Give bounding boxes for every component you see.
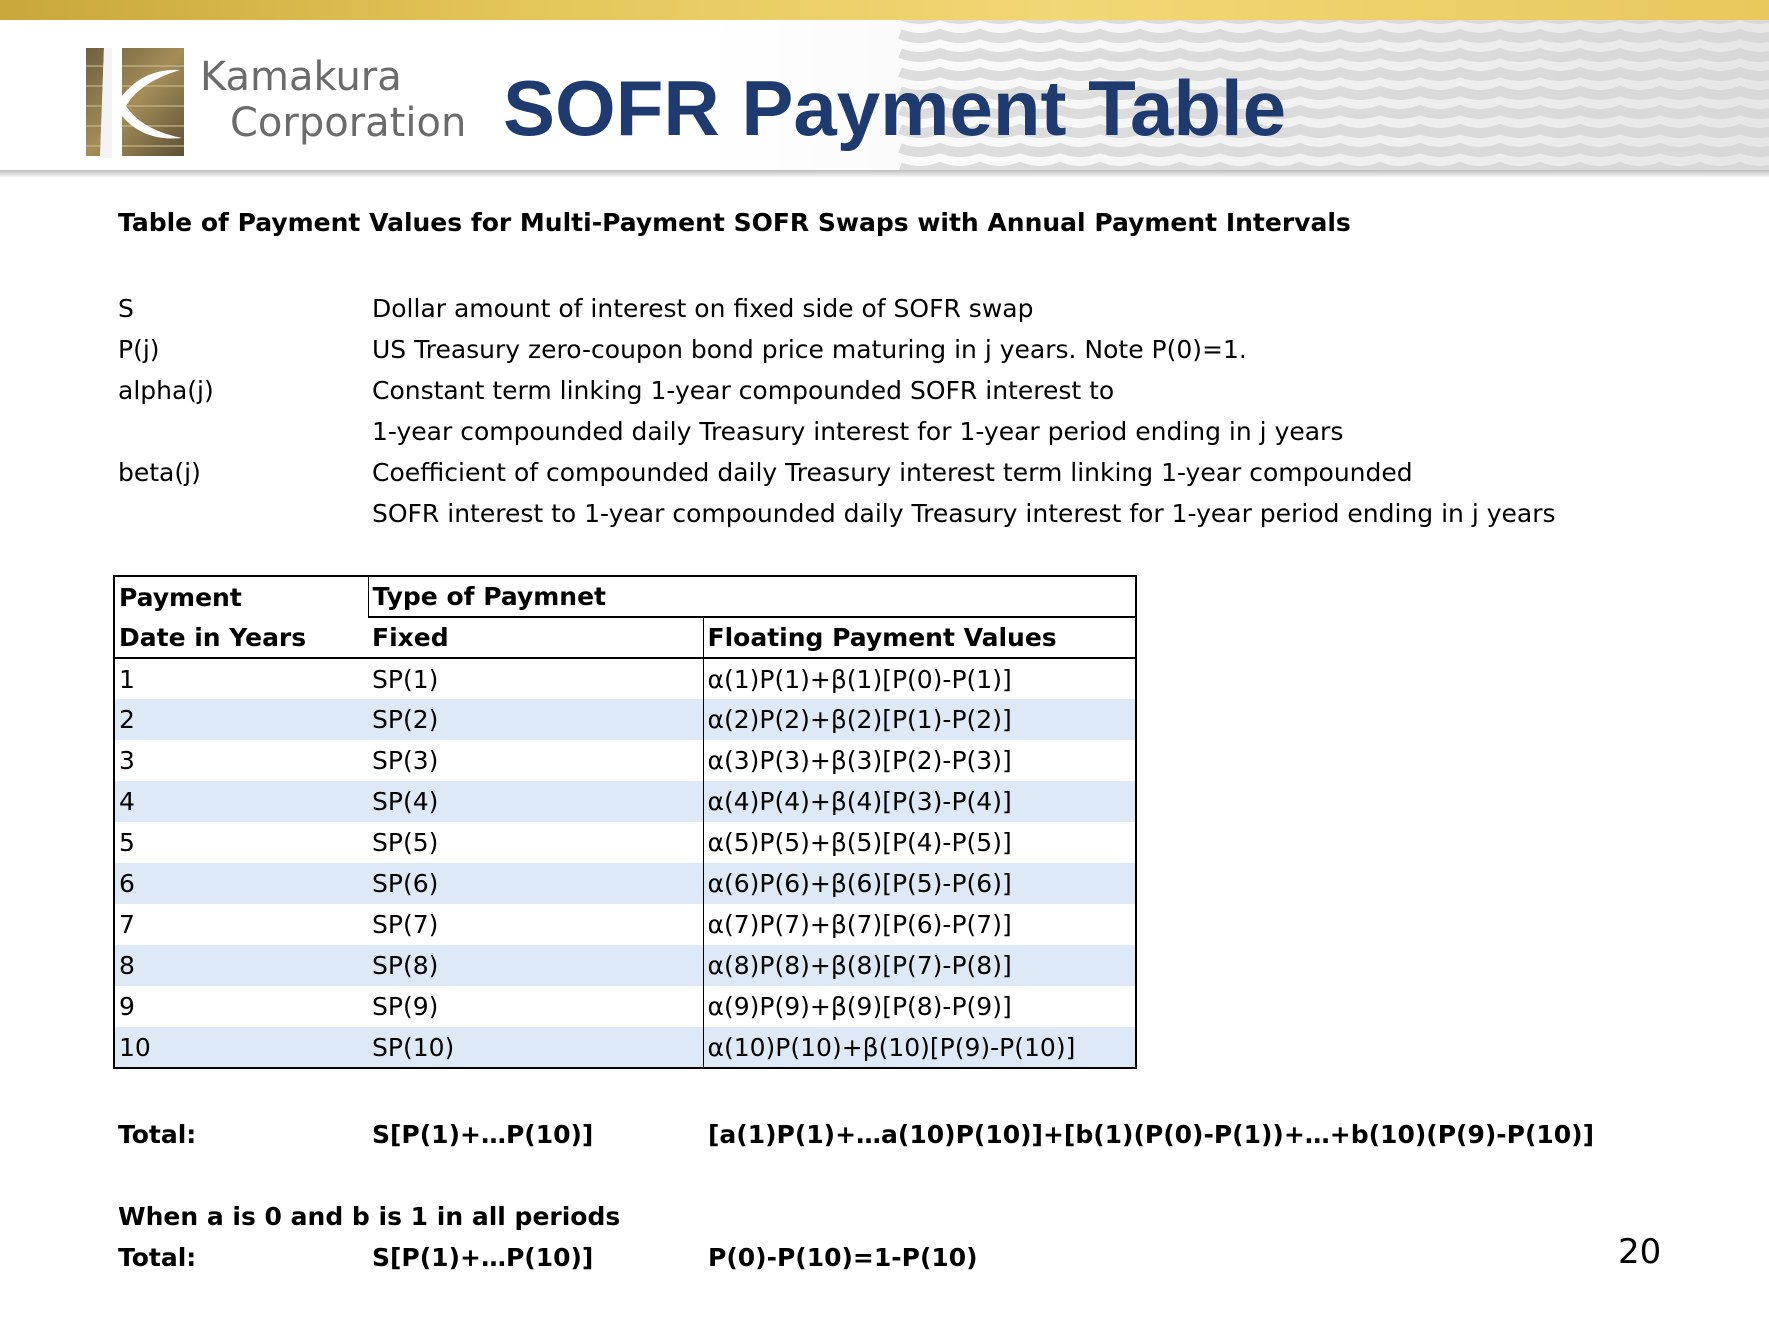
page-title: SOFR Payment Table bbox=[503, 64, 1287, 152]
total-floating: [a(1)P(1)+…a(10)P(10)]+[b(1)(P(0)-P(1))+… bbox=[708, 1120, 1595, 1149]
floating-payment-cell: α(1)P(1)+β(1)[P(0)-P(1)] bbox=[702, 658, 1137, 699]
floating-payment-cell: α(7)P(7)+β(7)[P(6)-P(7)] bbox=[702, 904, 1137, 945]
payment-year-cell: 10 bbox=[113, 1027, 368, 1069]
payment-year-cell: 6 bbox=[113, 863, 368, 904]
fixed-payment-cell: SP(8) bbox=[368, 945, 703, 986]
payment-year-cell: 5 bbox=[113, 822, 368, 863]
table-header-row: Payment Type of Paymnet bbox=[113, 575, 1137, 618]
fixed-payment-cell: SP(6) bbox=[368, 863, 703, 904]
header-cell: Date in Years bbox=[113, 617, 368, 659]
table-row: 8 SP(8) α(8)P(8)+β(8)[P(7)-P(8)] bbox=[113, 945, 1137, 986]
definition-desc: US Treasury zero-coupon bond price matur… bbox=[372, 335, 1247, 364]
logo-line-1: Kamakura bbox=[200, 54, 402, 100]
floating-payment-cell: α(4)P(4)+β(4)[P(3)-P(4)] bbox=[702, 781, 1137, 822]
fixed-payment-cell: SP(1) bbox=[372, 664, 439, 694]
payment-table: Payment Type of Paymnet Date in Years Fi… bbox=[113, 575, 1137, 1069]
payment-year-cell: 7 bbox=[113, 904, 368, 945]
floating-payment-cell: α(9)P(9)+β(9)[P(8)-P(9)] bbox=[702, 986, 1137, 1027]
definition-term: S bbox=[118, 294, 134, 323]
fixed-payment-cell: SP(7) bbox=[372, 910, 439, 939]
definition-desc: Constant term linking 1-year compounded … bbox=[372, 376, 1115, 405]
floating-payment-cell: α(8)P(8)+β(8)[P(7)-P(8)] bbox=[702, 945, 1137, 986]
payment-year-cell: 4 bbox=[113, 781, 368, 822]
fixed-payment-cell: SP(10) bbox=[368, 1027, 703, 1069]
floating-payment-cell: α(2)P(2)+β(2)[P(1)-P(2)] bbox=[702, 699, 1137, 740]
fixed-payment-cell: SP(4) bbox=[368, 781, 703, 822]
total-fixed: S[P(1)+…P(10)] bbox=[372, 1243, 594, 1272]
table-row: 7 SP(7) α(7)P(7)+β(7)[P(6)-P(7)] bbox=[113, 904, 1137, 945]
header-cell: Fixed bbox=[368, 617, 703, 659]
floating-payment-cell: α(5)P(5)+β(5)[P(4)-P(5)] bbox=[702, 822, 1137, 863]
logo-wordmark: Kamakura Corporation bbox=[200, 54, 466, 146]
header-cell: Payment bbox=[113, 575, 368, 617]
definition-desc: 1-year compounded daily Treasury interes… bbox=[372, 417, 1344, 446]
payment-year-cell: 9 bbox=[113, 986, 368, 1027]
fixed-payment-cell: SP(5) bbox=[372, 828, 439, 857]
kamakura-logo-icon bbox=[86, 48, 184, 158]
slide-header: Kamakura Corporation SOFR Payment Table bbox=[0, 20, 1769, 172]
total-label: Total: bbox=[118, 1243, 197, 1272]
floating-payment-cell: α(10)P(10)+β(10)[P(9)-P(10)] bbox=[702, 1027, 1137, 1069]
definition-desc: Coefficient of compounded daily Treasury… bbox=[372, 458, 1413, 487]
fixed-payment-cell: SP(2) bbox=[368, 699, 703, 740]
table-row: 6 SP(6) α(6)P(6)+β(6)[P(5)-P(6)] bbox=[113, 863, 1137, 904]
definition-desc: Dollar amount of interest on fixed side … bbox=[372, 294, 1034, 323]
wave-line bbox=[898, 47, 1769, 62]
payment-year-cell: 2 bbox=[113, 699, 368, 740]
table-subtitle: Table of Payment Values for Multi-Paymen… bbox=[118, 208, 1351, 237]
floating-payment-cell: α(3)P(3)+β(3)[P(2)-P(3)] bbox=[702, 740, 1137, 781]
table-row: 3 SP(3) α(3)P(3)+β(3)[P(2)-P(3)] bbox=[113, 740, 1137, 781]
condition-text: When a is 0 and b is 1 in all periods bbox=[118, 1202, 621, 1231]
payment-year-cell: 1 bbox=[113, 658, 368, 699]
header-divider bbox=[0, 170, 1769, 178]
definition-term: alpha(j) bbox=[118, 376, 214, 405]
definition-term: P(j) bbox=[118, 335, 160, 364]
fixed-payment-cell: SP(9) bbox=[372, 992, 439, 1021]
table-header-row: Date in Years Fixed Floating Payment Val… bbox=[113, 617, 1137, 659]
wave-line bbox=[898, 28, 1769, 43]
header-cell: Floating Payment Values bbox=[702, 617, 1137, 659]
floating-payment-cell: α(6)P(6)+β(6)[P(5)-P(6)] bbox=[702, 863, 1137, 904]
header-cell: Type of Paymnet bbox=[367, 575, 1137, 618]
definition-desc: SOFR interest to 1-year compounded daily… bbox=[372, 499, 1556, 528]
page-number: 20 bbox=[1618, 1232, 1662, 1272]
total-floating: P(0)-P(10)=1-P(10) bbox=[708, 1243, 978, 1272]
table-row: 2 SP(2) α(2)P(2)+β(2)[P(1)-P(2)] bbox=[113, 699, 1137, 740]
logo-line-2: Corporation bbox=[230, 100, 467, 146]
total-fixed: S[P(1)+…P(10)] bbox=[372, 1120, 594, 1149]
payment-year-cell: 8 bbox=[113, 945, 368, 986]
total-label: Total: bbox=[118, 1120, 197, 1149]
table-row: 1 SP(1) α(1)P(1)+β(1)[P(0)-P(1)] bbox=[113, 658, 1137, 699]
gold-top-bar bbox=[0, 0, 1769, 20]
table-row: 10 SP(10) α(10)P(10)+β(10)[P(9)-P(10)] bbox=[113, 1027, 1137, 1069]
fixed-payment-cell: SP(3) bbox=[372, 746, 439, 775]
definition-term: beta(j) bbox=[118, 458, 201, 487]
table-row: 4 SP(4) α(4)P(4)+β(4)[P(3)-P(4)] bbox=[113, 781, 1137, 822]
table-row: 9 SP(9) α(9)P(9)+β(9)[P(8)-P(9)] bbox=[113, 986, 1137, 1027]
payment-year-cell: 3 bbox=[113, 740, 368, 781]
table-row: 5 SP(5) α(5)P(5)+β(5)[P(4)-P(5)] bbox=[113, 822, 1137, 863]
